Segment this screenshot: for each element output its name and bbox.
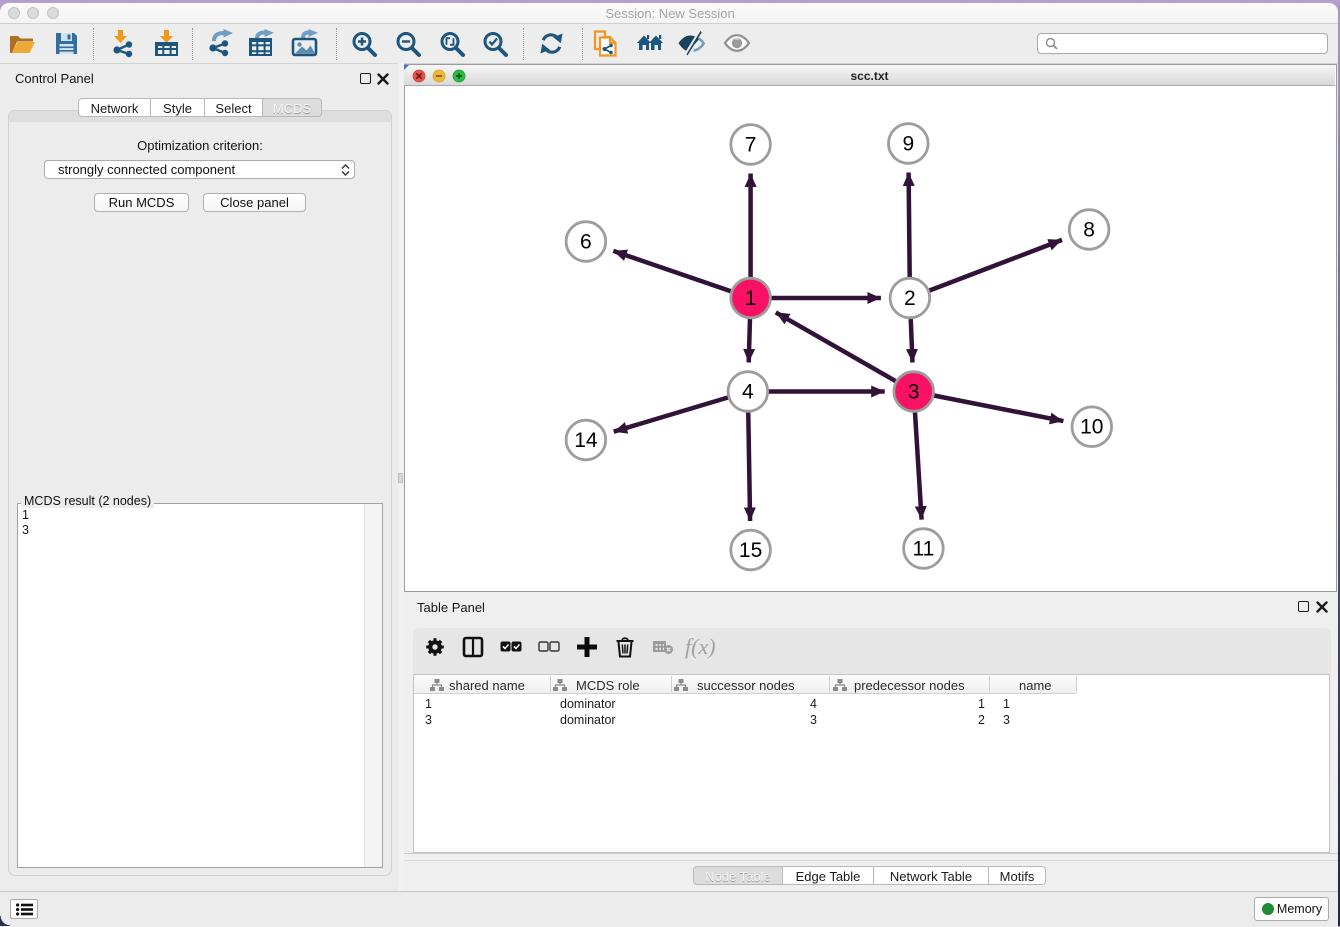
svg-text:7: 7 [745, 134, 757, 157]
svg-text:2: 2 [904, 287, 916, 310]
svg-text:10: 10 [1080, 416, 1103, 439]
svg-text:14: 14 [574, 429, 598, 452]
svg-text:6: 6 [580, 231, 592, 254]
svg-text:3: 3 [908, 381, 920, 404]
svg-text:9: 9 [902, 133, 914, 156]
svg-text:15: 15 [739, 539, 762, 562]
svg-text:4: 4 [742, 381, 754, 404]
svg-text:8: 8 [1083, 219, 1095, 242]
svg-text:11: 11 [912, 538, 934, 561]
svg-text:1: 1 [745, 287, 757, 310]
